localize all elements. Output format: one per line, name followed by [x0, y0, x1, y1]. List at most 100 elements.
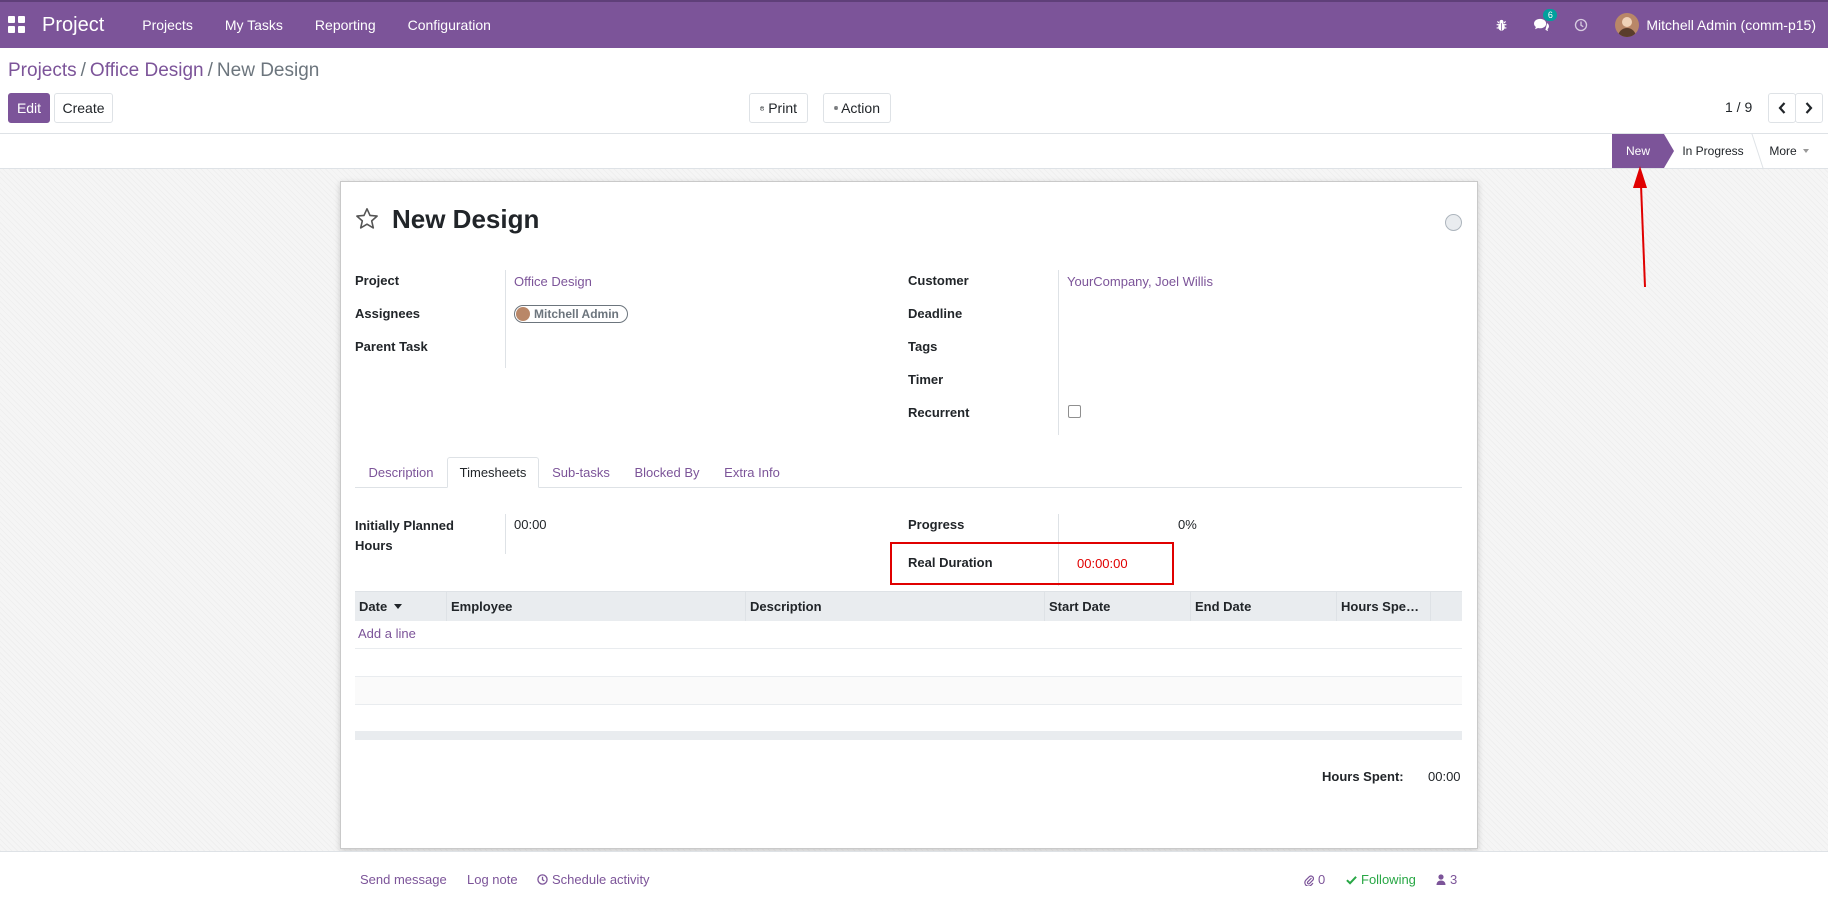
- user-avatar[interactable]: [1615, 13, 1640, 37]
- recurrent-checkbox[interactable]: [1068, 405, 1081, 418]
- column-employee[interactable]: Employee: [447, 592, 746, 621]
- hours-spent-total-label: Hours Spent:: [1322, 769, 1404, 784]
- log-note-button[interactable]: Log note: [467, 872, 518, 887]
- table-row: [355, 677, 1462, 705]
- add-a-line-link[interactable]: Add a line: [358, 626, 416, 641]
- followers-button[interactable]: 3: [1436, 872, 1457, 887]
- debug-bug-icon[interactable]: [1489, 13, 1513, 37]
- field-separator: [505, 514, 506, 554]
- tab-sub-tasks[interactable]: Sub-tasks: [539, 457, 623, 487]
- menu-configuration[interactable]: Configuration: [392, 17, 507, 33]
- assignee-tag[interactable]: Mitchell Admin: [514, 305, 628, 323]
- kanban-state-icon[interactable]: [1445, 214, 1462, 231]
- pager-previous-button[interactable]: [1768, 93, 1796, 123]
- timesheet-table-header: Date Employee Description Start Date End…: [355, 591, 1462, 621]
- breadcrumb-current: New Design: [216, 60, 320, 81]
- send-message-button[interactable]: Send message: [360, 872, 447, 887]
- paperclip-icon: [1304, 875, 1314, 886]
- apps-menu-icon[interactable]: [8, 16, 26, 34]
- pager-value[interactable]: 1 / 9: [1725, 99, 1752, 115]
- table-row: [355, 649, 1462, 677]
- form-sheet: New Design Project Office Design Assigne…: [340, 181, 1478, 849]
- user-name[interactable]: Mitchell Admin (comm-p15): [1646, 17, 1816, 33]
- menu-my-tasks[interactable]: My Tasks: [209, 17, 299, 33]
- column-actions: [1431, 592, 1462, 621]
- breadcrumb: Projects / Office Design / New Design: [8, 60, 320, 81]
- stage-more-dropdown[interactable]: More: [1760, 134, 1818, 168]
- menu-projects[interactable]: Projects: [126, 17, 209, 33]
- action-button[interactable]: Action: [823, 93, 891, 123]
- table-row: Add a line: [355, 621, 1462, 649]
- assignee-avatar: [516, 307, 530, 321]
- tags-label: Tags: [908, 339, 938, 354]
- timer-label: Timer: [908, 372, 944, 387]
- edit-button[interactable]: Edit: [8, 93, 50, 123]
- column-start-date[interactable]: Start Date: [1045, 592, 1191, 621]
- column-description[interactable]: Description: [746, 592, 1045, 621]
- customer-field[interactable]: YourCompany, Joel Willis: [1067, 274, 1213, 289]
- assignees-label: Assignees: [355, 306, 421, 321]
- check-icon: [1346, 875, 1357, 885]
- timer-field: [1067, 372, 1417, 390]
- tab-extra-info[interactable]: Extra Info: [711, 457, 793, 487]
- print-icon: [760, 105, 765, 111]
- tab-blocked-by[interactable]: Blocked By: [623, 457, 711, 487]
- project-field[interactable]: Office Design: [514, 274, 592, 289]
- customer-label: Customer: [908, 273, 969, 288]
- following-label: Following: [1361, 872, 1416, 887]
- hours-spent-total-value: 00:00: [1428, 769, 1461, 784]
- deadline-field[interactable]: [1067, 306, 1417, 324]
- attachments-button[interactable]: 0: [1304, 872, 1325, 887]
- menu-reporting[interactable]: Reporting: [299, 17, 392, 33]
- activity-clock-icon[interactable]: [1569, 13, 1593, 37]
- breadcrumb-projects[interactable]: Projects: [8, 60, 77, 81]
- caret-down-icon: [1802, 149, 1809, 153]
- planned-hours-label: Initially Planned Hours: [355, 518, 454, 553]
- tab-timesheets[interactable]: Timesheets: [447, 457, 539, 488]
- more-label: More: [1769, 144, 1797, 158]
- task-title[interactable]: New Design: [392, 204, 539, 235]
- chatter: Send message Log note Schedule activity …: [0, 851, 1828, 914]
- chevron-right-icon: [1805, 102, 1813, 114]
- following-button[interactable]: Following: [1346, 872, 1416, 887]
- followers-count: 3: [1450, 872, 1458, 887]
- notebook-tabs: Description Timesheets Sub-tasks Blocked…: [355, 457, 1462, 488]
- print-label: Print: [768, 100, 797, 116]
- tab-description[interactable]: Description: [355, 457, 447, 487]
- recurrent-label: Recurrent: [908, 405, 970, 420]
- breadcrumb-office-design[interactable]: Office Design: [90, 60, 204, 81]
- deadline-label: Deadline: [908, 306, 963, 321]
- message-count-badge: 6: [1543, 9, 1558, 21]
- top-navbar: Project Projects My Tasks Reporting Conf…: [0, 0, 1828, 48]
- parent-task-label: Parent Task: [355, 339, 428, 354]
- column-end-date[interactable]: End Date: [1191, 592, 1337, 621]
- column-date[interactable]: Date: [355, 592, 447, 621]
- schedule-activity-button[interactable]: Schedule activity: [537, 872, 650, 887]
- column-hours-spent[interactable]: Hours Spe…: [1337, 592, 1431, 621]
- user-icon: [1436, 874, 1446, 885]
- progress-value: 0%: [1178, 517, 1197, 532]
- schedule-activity-label: Schedule activity: [552, 872, 650, 887]
- timesheet-table-footer: [355, 731, 1462, 740]
- messaging-chat-icon[interactable]: 6: [1529, 9, 1558, 37]
- clock-icon: [537, 874, 548, 885]
- pager-next-button[interactable]: [1795, 93, 1823, 123]
- create-button[interactable]: Create: [54, 93, 113, 123]
- assignee-name: Mitchell Admin: [534, 307, 619, 321]
- statusbar: New In Progress More: [0, 133, 1828, 169]
- favorite-star-icon[interactable]: [355, 207, 379, 234]
- annotation-highlight-box: [890, 542, 1174, 585]
- app-title[interactable]: Project: [42, 14, 104, 37]
- project-label: Project: [355, 273, 400, 288]
- print-button[interactable]: Print: [749, 93, 808, 123]
- table-row: [355, 705, 1462, 733]
- stage-in-progress[interactable]: In Progress: [1670, 134, 1756, 168]
- tags-field[interactable]: [1067, 339, 1417, 357]
- sort-down-icon: [394, 604, 403, 609]
- stage-new[interactable]: New: [1612, 134, 1674, 168]
- attachments-count: 0: [1318, 872, 1326, 887]
- chevron-left-icon: [1778, 102, 1786, 114]
- parent-task-field[interactable]: [514, 339, 864, 357]
- planned-hours-field[interactable]: 00:00: [514, 517, 547, 532]
- field-separator: [505, 270, 506, 368]
